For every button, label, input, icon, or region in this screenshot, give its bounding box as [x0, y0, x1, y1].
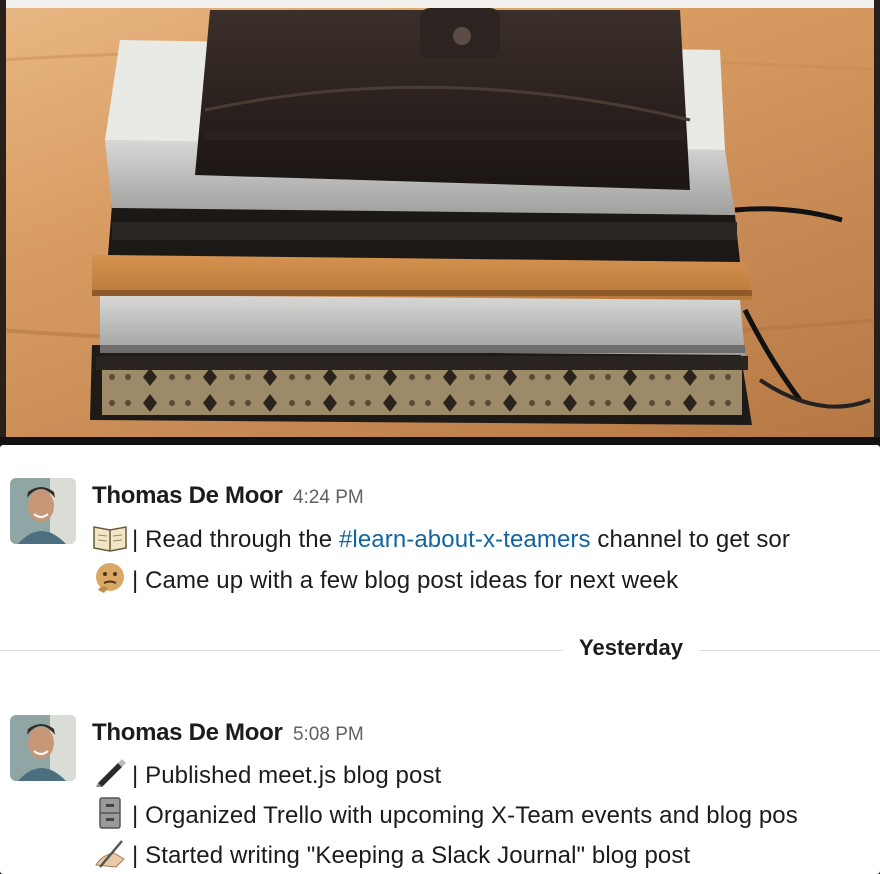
avatar[interactable] — [10, 478, 76, 544]
author-name[interactable]: Thomas De Moor — [92, 719, 283, 746]
open-book-icon — [93, 526, 127, 552]
message-text-prefix: | Read through the — [132, 526, 339, 553]
writing-hand-icon — [95, 840, 125, 868]
message-line: | Published meet.js blog post — [92, 757, 441, 790]
message-timestamp[interactable]: 5:08 PM — [293, 724, 364, 745]
message-line: | Came up with a few blog post ideas for… — [92, 562, 678, 595]
day-divider-line — [0, 650, 880, 651]
notebook-stack-illustration — [0, 0, 880, 437]
user-avatar-icon — [10, 715, 76, 781]
message-line: | Organized Trello with upcoming X-Team … — [92, 797, 798, 830]
message-line: | Read through the #learn-about-x-teamer… — [92, 521, 790, 554]
lower-left-fountain-pen-icon — [96, 759, 126, 787]
message-text: | Organized Trello with upcoming X-Team … — [132, 802, 798, 829]
author-name[interactable]: Thomas De Moor — [92, 482, 283, 509]
message-header: Thomas De Moor 5:08 PM — [92, 719, 364, 747]
message-timestamp[interactable]: 4:24 PM — [293, 487, 364, 508]
message-line: | Started writing "Keeping a Slack Journ… — [92, 837, 690, 870]
message-header: Thomas De Moor 4:24 PM — [92, 482, 364, 510]
message-text: | Started writing "Keeping a Slack Journ… — [132, 842, 691, 869]
day-divider-label[interactable]: Yesterday — [563, 635, 699, 661]
notebook-stack-photo — [0, 0, 880, 437]
panel-gap — [0, 437, 880, 445]
thinking-face-icon — [96, 563, 124, 593]
slack-message-pane[interactable]: Thomas De Moor 4:24 PM | Read through th… — [0, 445, 880, 874]
file-cabinet-icon — [99, 797, 121, 829]
avatar[interactable] — [10, 715, 76, 781]
user-avatar-icon — [10, 478, 76, 544]
message-text: | Came up with a few blog post ideas for… — [132, 567, 679, 594]
channel-link[interactable]: #learn-about-x-teamers — [339, 526, 591, 553]
message-text: | Published meet.js blog post — [132, 762, 442, 789]
message-text-suffix: channel to get sor — [590, 526, 790, 553]
